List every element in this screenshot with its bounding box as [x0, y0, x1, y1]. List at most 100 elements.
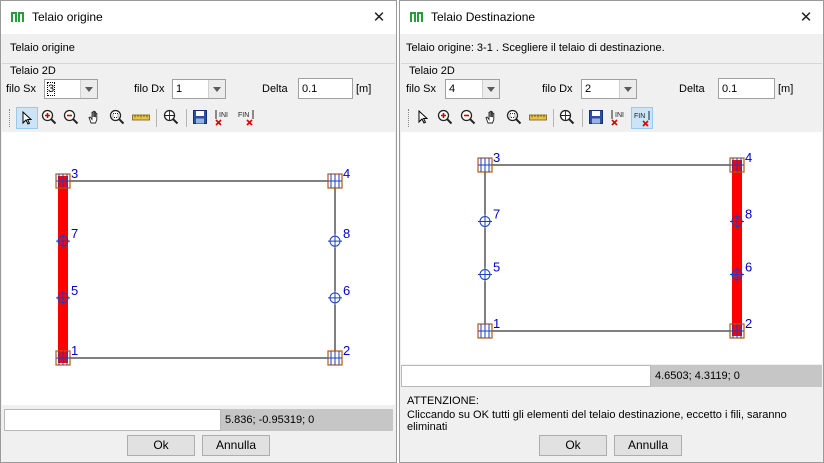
pan-button[interactable]	[84, 107, 106, 129]
frame-outline	[484, 164, 738, 332]
header-text: Telaio origine: 3-1 . Scegliere il telai…	[406, 42, 665, 54]
node-label: 4	[745, 150, 752, 165]
chevron-down-icon[interactable]	[208, 80, 225, 98]
ok-button[interactable]: Ok	[127, 435, 195, 456]
close-button[interactable]: ✕	[789, 1, 823, 34]
header-text: Telaio origine	[10, 42, 75, 54]
node-label: 3	[71, 166, 78, 181]
node-cross	[478, 158, 492, 172]
node-label: 7	[493, 206, 500, 221]
clear-fin-button[interactable]: FIN	[631, 107, 653, 129]
node-label: 8	[343, 226, 350, 241]
pan-hand-icon	[88, 110, 98, 124]
close-button[interactable]: ✕	[362, 1, 396, 34]
dialog-telaio-origine: Telaio origine ✕ Telaio origine Telaio 2…	[0, 0, 397, 463]
highlighted-column	[58, 176, 68, 363]
frame-outline	[62, 180, 336, 359]
delta-value: 0.1	[722, 83, 738, 95]
zoom-in-button[interactable]	[39, 107, 61, 129]
filo-sx-select[interactable]: 3	[44, 79, 98, 99]
cancel-button[interactable]: Annulla	[202, 435, 270, 456]
frame-drawing[interactable]: 3 4 7 8 5 6 1 2	[401, 132, 824, 364]
select-tool-button[interactable]	[413, 107, 435, 129]
zoom-in-button[interactable]	[435, 107, 457, 129]
toolbar-separator	[156, 109, 157, 127]
delta-label: Delta	[679, 83, 705, 95]
save-icon	[589, 110, 603, 124]
clear-ini-button[interactable]: INI	[213, 107, 235, 129]
zoom-extents-button[interactable]	[557, 107, 579, 129]
coordinate-readout: 5.836; -0.95319; 0	[221, 409, 393, 431]
filo-dx-value: 2	[585, 83, 592, 95]
unit-label: [m]	[778, 83, 794, 95]
frame-app-icon	[410, 12, 423, 22]
drawing-canvas[interactable]: 3 4 7 8 5 6 1 2	[2, 132, 395, 405]
chevron-down-icon[interactable]	[80, 80, 97, 98]
zoom-out-button[interactable]	[458, 107, 480, 129]
node-label: 5	[71, 283, 78, 298]
close-icon: ✕	[372, 9, 386, 26]
zoom-out-button[interactable]	[61, 107, 83, 129]
node-cross	[328, 234, 342, 249]
chevron-down-icon[interactable]	[619, 80, 636, 98]
node-label: 1	[493, 316, 500, 331]
node-label: 2	[745, 316, 752, 331]
toolbar-grip[interactable]	[9, 109, 12, 127]
zoom-in-icon	[437, 109, 453, 125]
zoom-window-button[interactable]	[504, 107, 526, 129]
node-cross	[328, 351, 342, 365]
drawing-canvas[interactable]: 3 4 7 8 5 6 1 2	[401, 132, 822, 364]
node-cross	[478, 214, 492, 229]
select-tool-button[interactable]	[16, 107, 38, 129]
chevron-down-icon[interactable]	[482, 80, 499, 98]
frame-drawing[interactable]: 3 4 7 8 5 6 1 2	[2, 132, 397, 405]
zoom-window-icon	[109, 109, 125, 125]
delta-input[interactable]: 0.1	[298, 78, 353, 99]
coordinate-readout: 4.6503; 4.3119; 0	[651, 365, 822, 387]
filo-sx-value: 3	[46, 82, 56, 96]
title-bar: Telaio Destinazione ✕	[400, 1, 823, 34]
filo-dx-label: filo Dx	[134, 83, 165, 95]
node-label: 6	[343, 283, 350, 298]
filo-dx-label: filo Dx	[542, 83, 573, 95]
delta-input[interactable]: 0.1	[718, 78, 775, 99]
zoom-in-icon	[41, 109, 57, 125]
clear-ini-icon: INI	[215, 110, 228, 126]
clear-ini-button[interactable]: INI	[609, 107, 631, 129]
command-input[interactable]	[401, 365, 651, 387]
group-label: Telaio 2D	[10, 65, 56, 77]
cancel-button[interactable]: Annulla	[614, 435, 682, 456]
save-button[interactable]	[586, 107, 608, 129]
measure-button[interactable]	[527, 107, 549, 129]
warning-text: Cliccando su OK tutti gli elementi del t…	[407, 409, 787, 433]
divider	[2, 63, 395, 64]
measure-button[interactable]	[130, 107, 152, 129]
title-bar: Telaio origine ✕	[1, 1, 396, 34]
node-label: 7	[71, 226, 78, 241]
command-input[interactable]	[4, 409, 221, 431]
zoom-extents-icon	[559, 109, 575, 125]
fin-text: FIN	[634, 113, 645, 120]
node-label: 2	[343, 343, 350, 358]
save-button[interactable]	[190, 107, 212, 129]
filo-sx-select[interactable]: 4	[445, 79, 500, 99]
filo-dx-select[interactable]: 1	[172, 79, 226, 99]
frame-app-icon	[11, 12, 24, 22]
clear-ini-icon: INI	[611, 110, 624, 126]
toolbar-grip[interactable]	[408, 109, 411, 127]
node-label: 1	[71, 343, 78, 358]
measure-ruler-icon	[529, 114, 547, 121]
ok-button[interactable]: Ok	[539, 435, 607, 456]
window-title: Telaio Destinazione	[431, 10, 536, 24]
node-label: 4	[343, 166, 350, 181]
zoom-window-button[interactable]	[107, 107, 129, 129]
measure-ruler-icon	[132, 114, 150, 121]
ini-text: INI	[219, 112, 228, 119]
fin-text: FIN	[238, 112, 249, 119]
zoom-out-icon	[460, 109, 476, 125]
clear-fin-button[interactable]: FIN	[236, 107, 258, 129]
pan-button[interactable]	[481, 107, 503, 129]
filo-dx-select[interactable]: 2	[581, 79, 637, 99]
node-cross	[478, 267, 492, 282]
zoom-extents-button[interactable]	[161, 107, 183, 129]
